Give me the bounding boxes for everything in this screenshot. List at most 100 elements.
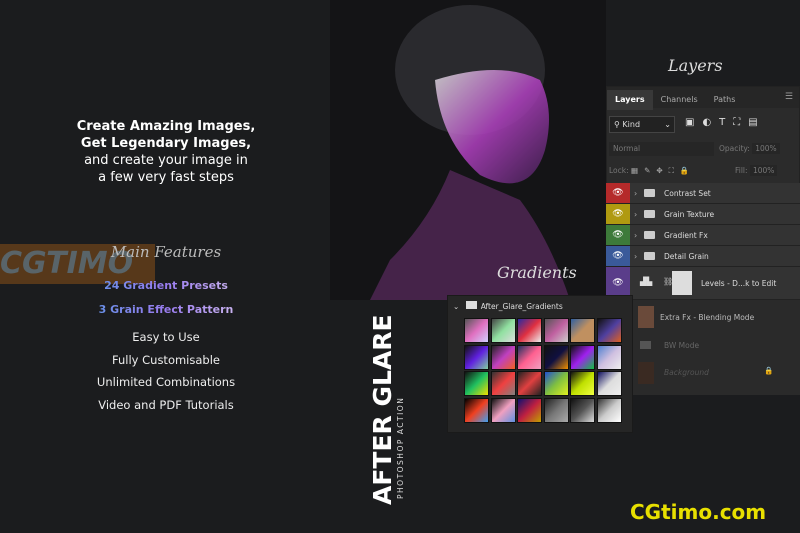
gradient-swatch[interactable] <box>490 397 516 423</box>
layer-row[interactable]: 👁 › Detail Grain <box>606 246 800 267</box>
gradient-folder[interactable]: ⌄ After_Glare_Gradients <box>448 296 632 311</box>
kind-filter[interactable]: ⚲ Kind ⌄ <box>609 116 675 133</box>
highlight-gradients: 24 Gradient Presets <box>40 274 292 298</box>
headline-line: Get Legendary Images, <box>80 136 252 151</box>
panel-menu-icon[interactable]: ☰ <box>785 87 793 107</box>
eye-icon[interactable]: 👁 <box>606 225 630 245</box>
feature-item: Video and PDF Tutorials <box>98 397 234 412</box>
layer-name[interactable]: Extra Fx - Blending Mode <box>660 313 754 322</box>
eye-icon[interactable]: 👁 <box>606 246 630 266</box>
layer-name: Grain Texture <box>664 210 715 219</box>
layer-name: Contrast Set <box>664 189 711 198</box>
gradient-swatch[interactable] <box>596 371 622 396</box>
layer-row[interactable]: 👁 › Contrast Set <box>606 183 800 204</box>
gradient-swatch[interactable] <box>464 344 489 370</box>
features-title: Main Features <box>110 243 222 261</box>
filter-icons[interactable]: ▣◐T⛶▤ <box>685 117 766 128</box>
chevron-down-icon: ⌄ <box>453 302 460 311</box>
gradient-swatch[interactable] <box>543 371 569 396</box>
feature-item: Fully Customisable <box>112 352 220 367</box>
highlight-grain: 3 Grain Effect Pattern <box>40 298 292 322</box>
gradient-swatch[interactable] <box>517 344 542 370</box>
gradient-swatch[interactable] <box>570 318 595 343</box>
opacity-input[interactable]: 100% <box>752 143 780 154</box>
gradient-swatch[interactable] <box>596 318 622 343</box>
fill-input[interactable]: 100% <box>749 165 778 176</box>
folder-icon <box>640 341 651 349</box>
folder-icon <box>644 210 655 218</box>
headline-line: a few very fast steps <box>98 170 234 185</box>
gradient-swatch[interactable] <box>543 318 569 343</box>
layer-thumbnail <box>638 306 654 328</box>
chevron-right-icon[interactable]: › <box>634 183 637 204</box>
chevron-right-icon[interactable]: › <box>634 225 637 246</box>
gradient-swatch[interactable] <box>543 397 569 423</box>
feature-item: Easy to Use <box>132 330 200 344</box>
gradient-swatch[interactable] <box>570 344 595 370</box>
gradient-swatch[interactable] <box>464 318 489 343</box>
gradient-swatch[interactable] <box>490 344 516 370</box>
feature-item: Unlimited Combinations <box>96 375 236 389</box>
layer-name: Levels - D...k to Edit <box>701 279 777 288</box>
chevron-right-icon[interactable]: › <box>634 204 637 225</box>
lock-icons[interactable]: ▦✎✥⛶🔒 <box>631 166 695 175</box>
portrait-image <box>330 0 606 300</box>
product-title-block: AFTER GLARE PHOTOSHOP ACTION <box>368 314 405 505</box>
layer-row[interactable]: 👁 › Gradient Fx <box>606 225 800 246</box>
headline-line: Create Amazing Images, <box>76 119 256 134</box>
folder-icon <box>465 301 477 309</box>
gradient-swatch[interactable] <box>517 371 542 396</box>
portrait-illustration <box>370 5 570 300</box>
eye-icon[interactable]: 👁 <box>606 183 630 203</box>
levels-icon: ▟▙ <box>640 277 653 286</box>
folder-icon <box>644 189 655 197</box>
layer-row-levels[interactable]: 👁 ▟▙ ⛓ Levels - D...k to Edit <box>606 267 800 300</box>
gradient-swatch[interactable] <box>596 397 622 423</box>
gradients-panel: ⌄ After_Glare_Gradients <box>447 295 633 433</box>
gradient-swatch[interactable] <box>517 318 542 343</box>
tab-paths[interactable]: Paths <box>706 90 744 110</box>
layer-name: Detail Grain <box>664 252 709 261</box>
gradients-label: Gradients <box>497 263 577 282</box>
fill-label: Fill: <box>735 166 748 175</box>
gradient-swatch[interactable] <box>570 371 595 396</box>
gradient-swatch[interactable] <box>570 397 595 423</box>
layer-name[interactable]: Background <box>664 368 709 377</box>
gradient-swatch[interactable] <box>596 344 622 370</box>
product-title: AFTER GLARE <box>368 314 397 505</box>
blend-mode-select[interactable]: Normal <box>609 142 714 156</box>
feature-list: Easy to Use Fully Customisable Unlimited… <box>40 326 292 416</box>
search-icon: ⚲ <box>614 120 620 129</box>
mask-thumbnail <box>672 271 692 295</box>
headline-line: and create your image in <box>84 153 248 168</box>
chevron-right-icon[interactable]: › <box>634 246 637 267</box>
gradient-swatch[interactable] <box>464 371 489 396</box>
panel-tabs: Layers Channels Paths ☰ <box>607 87 799 110</box>
lower-layers: Extra Fx - Blending Mode BW Mode Backgro… <box>630 300 800 395</box>
eye-icon[interactable]: 👁 <box>606 204 630 224</box>
headline: Create Amazing Images, Get Legendary Ima… <box>40 118 292 186</box>
opacity-label: Opacity: <box>719 144 750 153</box>
gradient-swatch[interactable] <box>543 344 569 370</box>
layer-name[interactable]: BW Mode <box>664 341 699 350</box>
gradient-swatch[interactable] <box>517 397 542 423</box>
tab-channels[interactable]: Channels <box>653 90 706 110</box>
layer-name: Gradient Fx <box>664 231 708 240</box>
folder-icon <box>644 231 655 239</box>
watermark-right: CGtimo.com <box>630 500 767 524</box>
folder-icon <box>644 252 655 260</box>
tab-layers[interactable]: Layers <box>607 90 653 110</box>
product-subtitle: PHOTOSHOP ACTION <box>396 396 405 499</box>
layer-row[interactable]: 👁 › Grain Texture <box>606 204 800 225</box>
folder-name: After_Glare_Gradients <box>480 302 563 311</box>
chevron-down-icon: ⌄ <box>664 120 671 129</box>
highlights: 24 Gradient Presets 3 Grain Effect Patte… <box>40 274 292 322</box>
gradient-swatch[interactable] <box>490 371 516 396</box>
layers-label: Layers <box>668 56 723 75</box>
layer-thumbnail <box>638 362 654 384</box>
lock-icon: 🔒 <box>764 366 774 375</box>
gradient-swatch[interactable] <box>490 318 516 343</box>
kind-label: Kind <box>622 120 641 129</box>
gradient-swatch[interactable] <box>464 397 489 423</box>
lock-label: Lock: <box>609 166 629 175</box>
